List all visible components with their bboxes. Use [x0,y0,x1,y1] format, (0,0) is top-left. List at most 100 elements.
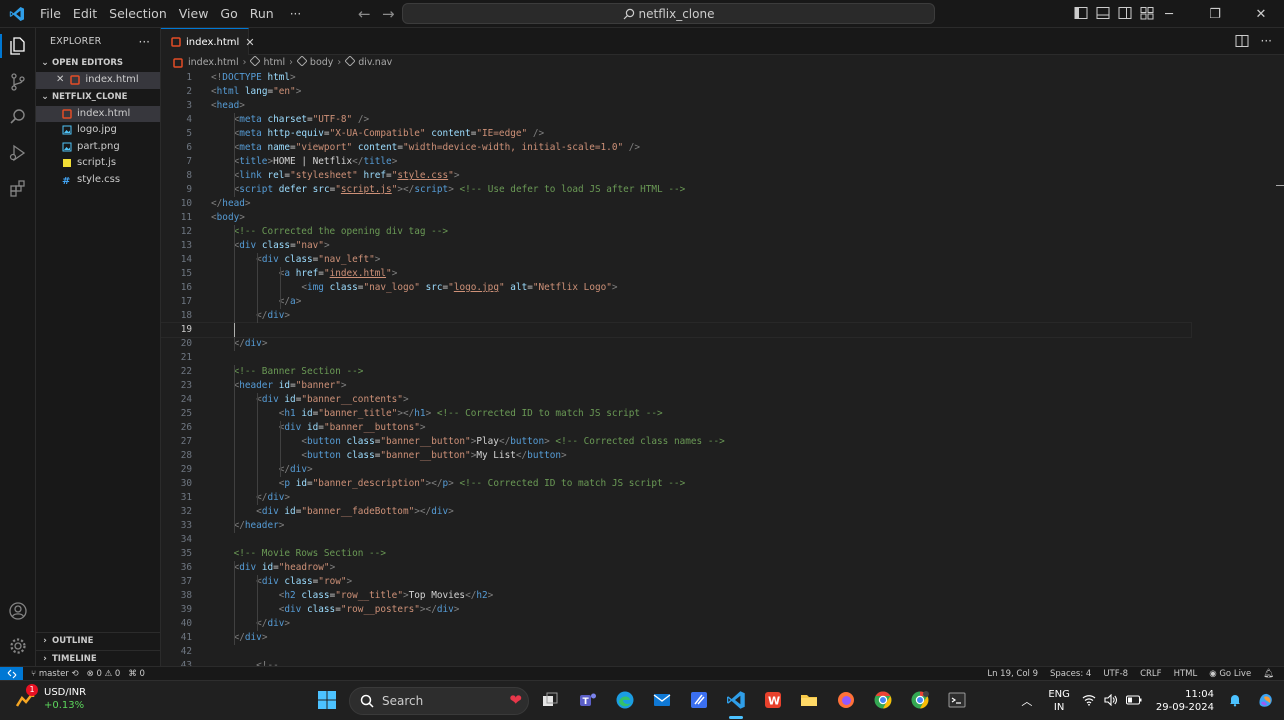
edge-browser-icon[interactable] [614,689,636,711]
file-item-logo-jpg[interactable]: logo.jpg [36,122,160,139]
code-line[interactable]: 33 </header> [161,519,1191,533]
clock[interactable]: 11:04 29-09-2024 [1156,688,1214,714]
toggle-primary-sidebar-icon[interactable] [1074,6,1090,22]
minimize-button[interactable]: ─ [1146,0,1192,28]
branch-indicator[interactable]: ⑂ master ⟲ [31,669,79,679]
code-line[interactable]: 36 <div id="headrow"> [161,561,1191,575]
open-editor-item[interactable]: ✕ index.html [36,72,160,89]
file-explorer-icon[interactable] [798,689,820,711]
file-item-script-js[interactable]: script.js [36,155,160,172]
indentation[interactable]: Spaces: 4 [1050,669,1091,679]
settings-gear-icon[interactable] [6,634,30,658]
code-line[interactable]: 22 <!-- Banner Section --> [161,365,1191,379]
file-item-style-css[interactable]: # style.css [36,172,160,189]
code-line[interactable]: 29 </div> [161,463,1191,477]
more-actions-icon[interactable]: ··· [1261,34,1272,51]
code-line[interactable]: 4 <meta charset="UTF-8" /> [161,113,1191,127]
code-line[interactable]: 23 <header id="banner"> [161,379,1191,393]
code-line[interactable]: 11 <body> [161,211,1191,225]
toggle-panel-icon[interactable] [1096,6,1112,22]
file-item-index-html[interactable]: index.html [36,105,160,122]
menu-go[interactable]: Go [214,0,243,28]
run-and-debug-icon[interactable] [6,141,30,165]
code-line[interactable]: 25 <h1 id="banner_title"></h1> <!-- Corr… [161,407,1191,421]
file-item-part-png[interactable]: part.png [36,139,160,156]
volume-icon[interactable] [1104,693,1118,709]
breadcrumb-item[interactable]: html [263,57,285,68]
widgets-button[interactable]: 1 USD/INR +0.13% [14,684,86,712]
code-line[interactable]: 27 <button class="banner__button">Play</… [161,435,1191,449]
terminal-icon[interactable] [946,689,968,711]
search-icon[interactable] [6,105,30,129]
mail-icon[interactable] [651,689,673,711]
code-line[interactable]: 20 </div> [161,337,1191,351]
teams-icon[interactable]: T [577,689,599,711]
remote-indicator-icon[interactable] [0,666,23,681]
go-live-button[interactable]: ◉ Go Live [1209,669,1251,679]
code-line[interactable]: 17 </a> [161,295,1191,309]
close-icon[interactable]: ✕ [56,72,64,89]
split-editor-icon[interactable] [1235,34,1249,51]
code-line[interactable]: 12 <!-- Corrected the opening div tag --… [161,225,1191,239]
breadcrumb-item[interactable]: div.nav [358,57,392,68]
copilot-icon[interactable] [1256,690,1276,713]
end-of-line[interactable]: CRLF [1140,669,1161,679]
code-line[interactable]: 8 <link rel="stylesheet" href="style.css… [161,169,1191,183]
open-editors-header[interactable]: ⌄ OPEN EDITORS [36,55,160,72]
taskbar-search-box[interactable]: Search ❤ [349,687,529,715]
code-line[interactable]: 7 <title>HOME | Netflix</title> [161,155,1191,169]
close-icon[interactable]: ✕ [245,36,254,49]
battery-icon[interactable] [1125,695,1142,708]
pen-app-icon[interactable] [688,689,710,711]
language-mode[interactable]: HTML [1174,669,1198,679]
code-line[interactable]: 37 <div class="row"> [161,575,1191,589]
menu-file[interactable]: File [34,0,67,28]
tab-index-html[interactable]: index.html ✕ [161,28,255,55]
code-line[interactable]: 14 <div class="nav_left"> [161,253,1191,267]
encoding[interactable]: UTF-8 [1103,669,1128,679]
code-editor[interactable]: 1 <!DOCTYPE html> 2 <html lang="en"> 3 <head>… [161,70,1284,666]
code-line[interactable]: 16 <img class="nav_logo" src="logo.jpg" … [161,281,1191,295]
code-line[interactable]: 10 </head> [161,197,1191,211]
restore-button[interactable]: ❐ [1192,0,1238,28]
code-line[interactable]: 18 </div> [161,309,1191,323]
code-line[interactable]: 15 <a href="index.html"> [161,267,1191,281]
code-line[interactable]: 38 <h2 class="row__title">Top Movies</h2… [161,589,1191,603]
explorer-more-button[interactable]: ··· [139,35,150,49]
code-line[interactable]: 40 </div> [161,617,1191,631]
netflix-clone-folder-header[interactable]: ⌄ NETFLIX_CLONE [36,89,160,106]
code-line[interactable]: 42 [161,645,1191,659]
chrome-profile-icon[interactable] [909,689,931,711]
code-line[interactable]: 43 <!-- [161,659,1191,666]
notifications-bell-icon[interactable]: 🔔︎ [1263,669,1274,679]
back-arrow-icon[interactable]: ← [358,5,371,23]
source-control-icon[interactable] [6,70,30,94]
code-line[interactable]: 5 <meta http-equiv="X-UA-Compatible" con… [161,127,1191,141]
breadcrumb-item[interactable]: index.html [188,57,239,68]
show-hidden-icons-chevron-up-icon[interactable]: ︿ [1021,693,1032,709]
explorer-files-icon[interactable] [6,34,30,58]
breadcrumb-item[interactable]: body [310,57,334,68]
problems-indicator[interactable]: ⊗ 0 ⚠ 0 [87,669,121,679]
code-line[interactable]: 3 <head> [161,99,1191,113]
code-line[interactable]: 6 <meta name="viewport" content="width=d… [161,141,1191,155]
close-window-button[interactable]: ✕ [1238,0,1284,28]
code-line[interactable]: 35 <!-- Movie Rows Section --> [161,547,1191,561]
forward-arrow-icon[interactable]: → [382,5,395,23]
notification-bell-icon[interactable] [1228,693,1242,710]
vscode-logo-icon[interactable] [0,0,34,28]
code-line[interactable]: 19 [161,322,1192,338]
code-line[interactable]: 41 </div> [161,631,1191,645]
start-windows-icon[interactable] [316,689,338,711]
chrome-icon[interactable] [872,689,894,711]
menu-edit[interactable]: Edit [67,0,103,28]
command-center-search[interactable]: netflix_clone [402,3,935,24]
firefox-icon[interactable] [835,689,857,711]
code-line[interactable]: 24 <div id="banner__contents"> [161,393,1191,407]
code-line[interactable]: 2 <html lang="en"> [161,85,1191,99]
language-indicator[interactable]: ENG IN [1048,688,1070,714]
code-line[interactable]: 34 [161,533,1191,547]
toggle-secondary-sidebar-icon[interactable] [1118,6,1134,22]
extensions-icon[interactable] [6,176,30,200]
code-line[interactable]: 39 <div class="row__posters"></div> [161,603,1191,617]
